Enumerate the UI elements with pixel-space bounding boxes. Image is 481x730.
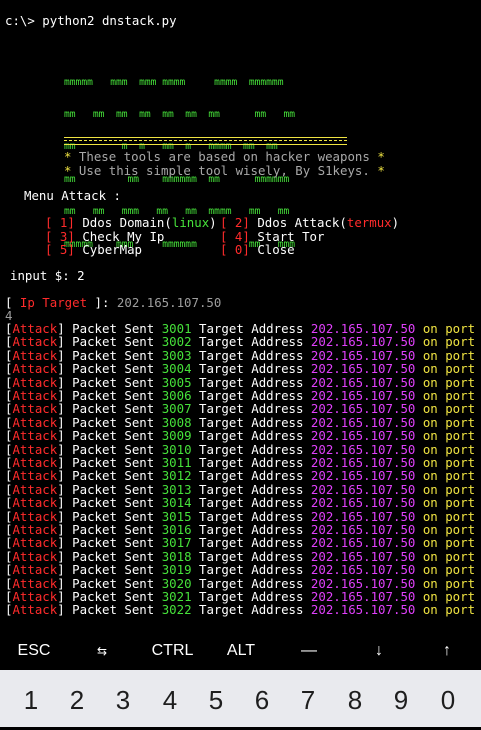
dash-key[interactable]: — xyxy=(292,632,326,670)
input-line: input $: 2 xyxy=(10,268,85,283)
menu-item-1: [ 1] Ddos Domain(linux) xyxy=(45,215,217,230)
attack-line: [Attack] Packet Sent 3002 Target Address… xyxy=(5,334,476,350)
attack-line: [Attack] Packet Sent 3009 Target Address… xyxy=(5,428,476,444)
terminal-window[interactable]: c:\> python2 dnstack.py mmmmm mmm mmm mm… xyxy=(0,0,481,632)
attack-line: [Attack] Packet Sent 3018 Target Address… xyxy=(5,548,476,564)
attack-line: [Attack] Packet Sent 3015 Target Address… xyxy=(5,508,476,524)
prompt-line: c:\> python2 dnstack.py xyxy=(5,13,177,28)
menu-item-2: [ 2] Ddos Attack(termux) xyxy=(220,215,400,230)
logo-line: mmmmm mmm mmm mmmm mmmm mmmmmm xyxy=(64,76,284,88)
tab-key[interactable]: ⇆ xyxy=(82,632,122,670)
logo-separator xyxy=(64,137,347,145)
key-4[interactable]: 4 xyxy=(147,670,193,727)
alt-key[interactable]: ALT xyxy=(220,632,262,670)
notice-line-1: * These tools are based on hacker weapon… xyxy=(64,149,385,164)
ip-target-line: [ Ip Target ]: 202.165.107.50 xyxy=(5,295,222,310)
attack-line: [Attack] Packet Sent 3006 Target Address… xyxy=(5,388,476,403)
attack-line: [Attack] Packet Sent 3001 Target Address… xyxy=(5,321,476,336)
logo-line: mm mm mm mm mm mm mm mm mm xyxy=(64,108,296,120)
attack-line: [Attack] Packet Sent 3021 Target Address… xyxy=(5,589,476,604)
key-2[interactable]: 2 xyxy=(54,670,100,727)
key-3[interactable]: 3 xyxy=(100,670,146,727)
menu-title: Menu Attack : xyxy=(24,188,121,203)
attack-line: [Attack] Packet Sent 3014 Target Address… xyxy=(5,495,476,511)
attack-line: [Attack] Packet Sent 3016 Target Address… xyxy=(5,522,476,537)
key-6[interactable]: 6 xyxy=(239,670,285,727)
key-9[interactable]: 9 xyxy=(378,670,424,727)
up-arrow-key[interactable]: ↑ xyxy=(430,632,464,670)
notice-line-2: * Use this simple tool wisely, By S1keys… xyxy=(64,163,385,178)
ctrl-key[interactable]: CTRL xyxy=(145,632,200,670)
attack-line: [Attack] Packet Sent 3013 Target Address… xyxy=(5,481,476,497)
attack-line: [Attack] Packet Sent 3004 Target Address… xyxy=(5,361,476,377)
menu-item-0: [ 0] Close xyxy=(220,242,295,257)
key-1[interactable]: 1 xyxy=(8,670,54,727)
key-8[interactable]: 8 xyxy=(332,670,378,727)
down-arrow-key[interactable]: ↓ xyxy=(362,632,396,670)
attack-line: [Attack] Packet Sent 3017 Target Address… xyxy=(5,535,476,551)
key-5[interactable]: 5 xyxy=(193,670,239,727)
attack-line: [Attack] Packet Sent 3011 Target Address… xyxy=(5,455,476,470)
key-7[interactable]: 7 xyxy=(285,670,331,727)
extra-keys-bar: ESC ⇆ CTRL ALT — ↓ ↑ xyxy=(0,632,481,670)
key-0[interactable]: 0 xyxy=(425,670,471,727)
soft-keyboard-number-row: 1 2 3 4 5 6 7 8 9 0 xyxy=(0,670,481,727)
attack-line: [Attack] Packet Sent 3008 Target Address… xyxy=(5,414,476,430)
attack-line: [Attack] Packet Sent 3020 Target Address… xyxy=(5,575,476,591)
menu-item-5: [ 5] CyberMap xyxy=(45,242,143,257)
attack-line: [Attack] Packet Sent 3003 Target Address… xyxy=(5,347,476,363)
esc-key[interactable]: ESC xyxy=(10,632,58,670)
attack-line: [Attack] Packet Sent 3012 Target Address… xyxy=(5,468,476,484)
attack-line: [Attack] Packet Sent 3005 Target Address… xyxy=(5,374,476,390)
attack-line: [Attack] Packet Sent 3007 Target Address… xyxy=(5,401,476,417)
attack-line: [Attack] Packet Sent 3022 Target Address… xyxy=(5,602,476,618)
attack-line: [Attack] Packet Sent 3010 Target Address… xyxy=(5,441,476,457)
attack-line: [Attack] Packet Sent 3019 Target Address… xyxy=(5,562,476,578)
